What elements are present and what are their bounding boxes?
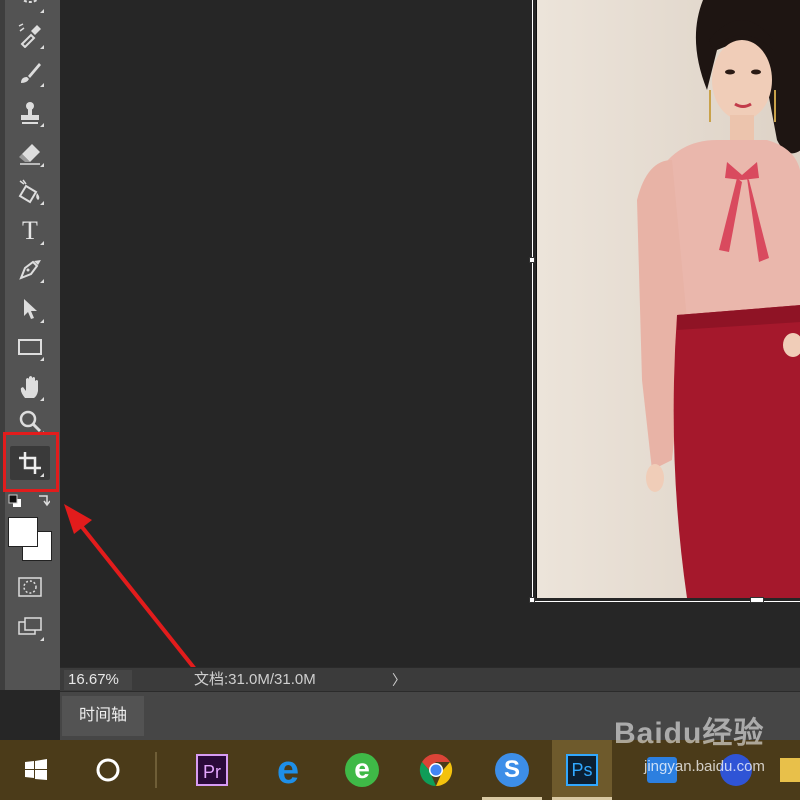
swap-colors-icon[interactable] — [36, 494, 51, 508]
eraser-tool[interactable] — [10, 136, 50, 170]
timeline-panel: 时间轴 — [60, 691, 800, 740]
taskbar-edge[interactable]: e — [258, 740, 318, 800]
taskbar-app-9[interactable] — [632, 740, 692, 800]
quick-mask-tool[interactable] — [10, 570, 50, 604]
transform-handle-left[interactable] — [529, 257, 535, 263]
hand-tool[interactable] — [10, 370, 50, 404]
panel-edge — [0, 0, 5, 690]
type-icon: T — [22, 216, 38, 245]
tab-timeline[interactable]: 时间轴 — [62, 696, 144, 736]
taskbar-premiere[interactable]: Pr — [182, 740, 242, 800]
quick-mask-icon — [18, 577, 42, 597]
windows-taskbar: Pr e e S Ps — [0, 740, 800, 800]
type-tool[interactable]: T — [10, 214, 50, 248]
ie-browser-icon: e — [345, 753, 379, 787]
windows-logo-icon — [25, 759, 47, 780]
taskbar-separator — [155, 752, 157, 788]
start-button[interactable] — [6, 740, 66, 800]
stamp-tool[interactable] — [10, 96, 50, 130]
folder-icon — [780, 758, 800, 782]
edge-icon: e — [276, 748, 300, 792]
zoom-level-field[interactable]: 16.67% — [64, 670, 132, 690]
pen-tool[interactable] — [10, 252, 50, 286]
mail-app-icon — [647, 757, 677, 783]
taskbar-chrome[interactable] — [406, 740, 466, 800]
status-bar: 16.67% 文档:31.0M/31.0M 〉 — [60, 667, 800, 692]
photoshop-icon: Ps — [566, 754, 598, 786]
default-colors-icon[interactable] — [8, 494, 22, 508]
taskbar-photoshop[interactable]: Ps — [552, 740, 612, 800]
taskbar-app-10[interactable] — [706, 740, 766, 800]
lasso-tool[interactable] — [10, 0, 50, 16]
premiere-icon: Pr — [196, 754, 228, 786]
rectangle-tool[interactable] — [10, 330, 50, 364]
tools-panel: T — [0, 0, 60, 690]
document-image[interactable] — [536, 0, 800, 598]
paint-bucket-tool[interactable] — [10, 174, 50, 208]
cortana-button[interactable] — [78, 740, 138, 800]
taskbar-sogou[interactable]: S — [482, 740, 542, 800]
transform-handle-bottom[interactable] — [750, 597, 764, 603]
sogou-icon: S — [495, 753, 529, 787]
foreground-color-swatch[interactable] — [8, 517, 38, 547]
cortana-circle-icon — [96, 758, 120, 782]
eyedropper-tool[interactable] — [10, 18, 50, 52]
brush-tool[interactable] — [10, 56, 50, 90]
portrait-photo — [537, 0, 800, 598]
baidu-paw-icon — [720, 754, 752, 786]
screen-mode-tool[interactable] — [10, 610, 50, 644]
taskbar-ie-browser[interactable]: e — [332, 740, 392, 800]
chrome-icon — [419, 753, 453, 787]
selection-arrow-tool[interactable] — [10, 292, 50, 326]
transform-handle-bottom-left[interactable] — [529, 597, 535, 603]
status-menu-arrow[interactable]: 〉 — [390, 670, 408, 690]
taskbar-app-11[interactable] — [780, 740, 800, 800]
crop-tool-highlight-box — [3, 432, 59, 492]
document-size-info: 文档:31.0M/31.0M — [194, 671, 316, 688]
